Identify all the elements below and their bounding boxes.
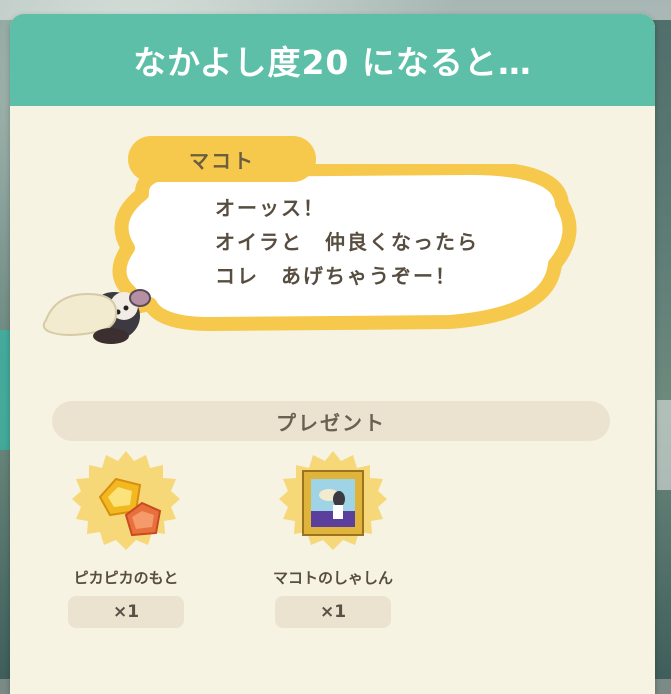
speaker-name: マコト <box>189 148 255 173</box>
present-section-label: プレゼント <box>276 410 386 435</box>
present-item-name: ピカピカのもと <box>73 569 179 587</box>
dialogue-line: コレ あげちゃうぞー！ <box>215 264 457 288</box>
dialog-header: なかよし度20 になると… <box>10 14 655 106</box>
present-item-quantity: ×1 <box>275 596 391 628</box>
present-item[interactable]: マコトのしゃしん ×1 <box>263 449 403 628</box>
present-item[interactable]: ピカピカのもと ×1 <box>56 449 196 628</box>
present-section-header: プレゼント <box>52 401 610 441</box>
dialogue-text: オーッス！ オイラと 仲良くなったら コレ あげちゃうぞー！ <box>215 191 575 293</box>
present-item-quantity: ×1 <box>68 596 184 628</box>
dialog-title: なかよし度20 になると… <box>133 43 532 82</box>
speaker-name-tab: マコト <box>128 136 316 182</box>
present-item-name: マコトのしゃしん <box>272 569 393 587</box>
sparkle-gem-icon <box>72 451 180 550</box>
dialogue-line: オーッス！ <box>215 196 325 220</box>
friendship-reward-dialog: なかよし度20 になると… マコト オーッス！ オイラと 仲良くなったら コレ … <box>10 14 655 694</box>
villager-avatar-icon <box>42 289 151 344</box>
framed-photo-icon <box>279 451 387 550</box>
background-decoration <box>657 400 671 490</box>
dialogue-line: オイラと 仲良くなったら <box>215 230 479 254</box>
